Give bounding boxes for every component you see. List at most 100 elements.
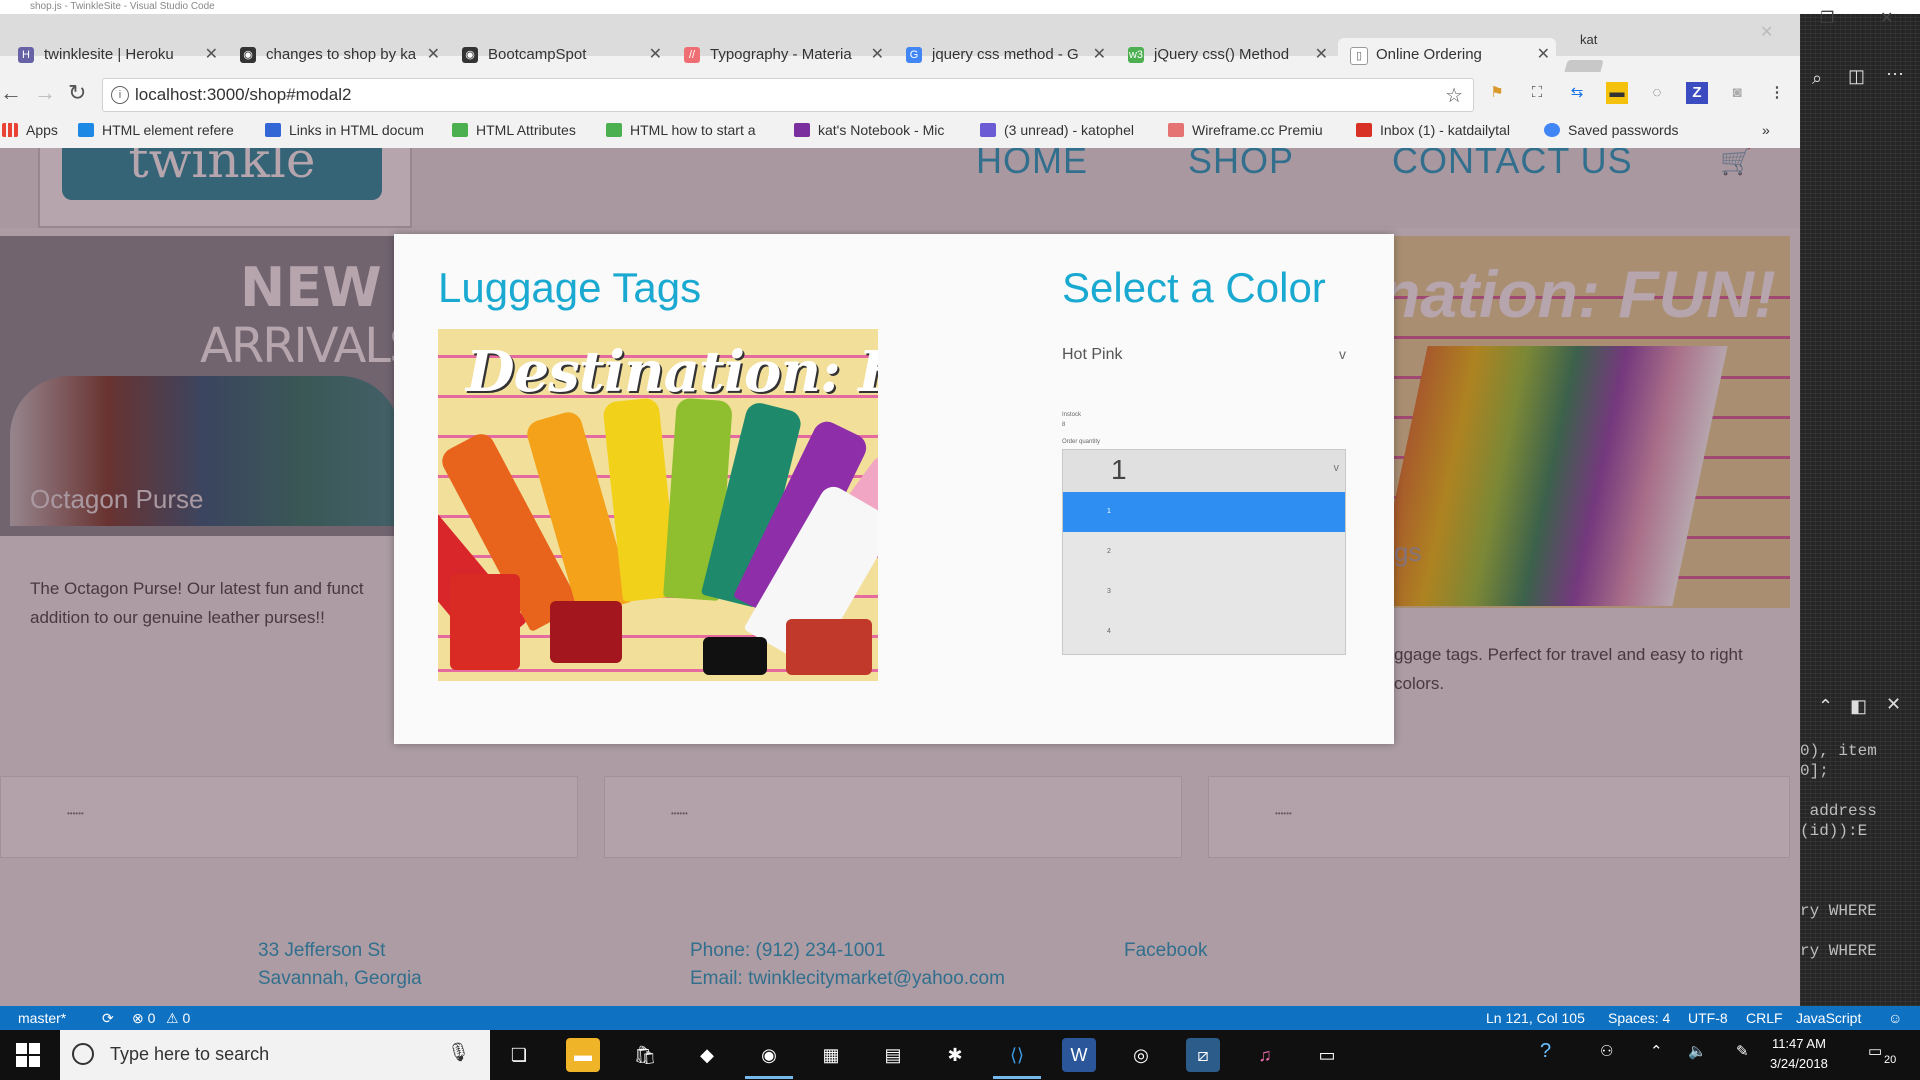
indentation[interactable]: Spaces: 4 xyxy=(1608,1006,1670,1030)
tray-chevron-icon[interactable]: ⌃ xyxy=(1650,1042,1663,1060)
more-actions-icon[interactable]: ⋯ xyxy=(1886,64,1904,85)
cursor-position[interactable]: Ln 121, Col 105 xyxy=(1486,1006,1585,1030)
notifications-icon[interactable]: ▭ xyxy=(1868,1042,1882,1060)
vscode-search-icon[interactable]: ⌕ xyxy=(1812,68,1822,89)
calculator-icon[interactable]: ▦ xyxy=(814,1038,848,1072)
circle-extension-icon[interactable]: ◌ xyxy=(1646,82,1668,104)
w3schools-icon xyxy=(606,123,622,137)
gitkraken-icon[interactable]: ◆ xyxy=(690,1038,724,1072)
task-view-icon[interactable]: ❏ xyxy=(502,1038,536,1072)
quantity-option[interactable]: 3 xyxy=(1063,572,1345,612)
sync-icon[interactable]: ⟳ xyxy=(102,1006,114,1030)
back-icon[interactable]: ← xyxy=(0,80,22,106)
bookmark-wireframe[interactable]: Wireframe.cc Premiu xyxy=(1168,122,1323,138)
close-icon[interactable]: ✕ xyxy=(871,38,884,72)
bookmark-star-icon[interactable]: ☆ xyxy=(1445,83,1463,108)
encoding[interactable]: UTF-8 xyxy=(1688,1006,1728,1030)
vscode-title-bar: shop.js - TwinkleSite - Visual Studio Co… xyxy=(0,0,1920,14)
bookmark-onenote[interactable]: kat's Notebook - Mic xyxy=(794,122,944,138)
split-editor-icon[interactable]: ◫ xyxy=(1848,66,1865,87)
pen-icon[interactable]: ✎ xyxy=(1736,1042,1749,1060)
tab-bootcampspot[interactable]: ◉ BootcampSpot ✕ xyxy=(450,38,668,72)
close-icon[interactable]: ✕ xyxy=(1093,38,1106,72)
feedback-icon[interactable]: ☺ xyxy=(1888,1006,1902,1030)
people-icon[interactable]: ⚇ xyxy=(1600,1042,1613,1060)
vscode-icon[interactable]: ⟨⟩ xyxy=(1000,1038,1034,1072)
tab-jquery-w3[interactable]: w3 jQuery css() Method ✕ xyxy=(1116,38,1334,72)
git-branch[interactable]: master* xyxy=(18,1006,66,1030)
warning-count[interactable]: ⚠ 0 xyxy=(166,1006,190,1030)
forward-icon[interactable]: → xyxy=(34,80,56,106)
arrows-icon[interactable]: ⇆ xyxy=(1566,82,1588,104)
calendar-icon[interactable]: ▤ xyxy=(876,1038,910,1072)
microphone-icon[interactable]: 🎙 xyxy=(447,1042,470,1063)
mysql-workbench-icon[interactable]: ⧄ xyxy=(1186,1038,1220,1072)
terminal-icon[interactable]: ▭ xyxy=(1310,1038,1344,1072)
sticky-note-icon[interactable]: ▬ xyxy=(1606,82,1628,104)
file-explorer-icon[interactable]: ▬ xyxy=(566,1038,600,1072)
close-icon[interactable]: ✕ xyxy=(1537,38,1550,72)
bookmark-html-element[interactable]: HTML element refere xyxy=(78,122,234,138)
chrome-close-icon[interactable]: ✕ xyxy=(1760,22,1773,42)
close-icon[interactable]: ✕ xyxy=(427,38,440,72)
tab-online-ordering[interactable]: ▯ Online Ordering ✕ xyxy=(1338,38,1556,72)
bookmarks-bar: Apps HTML element refere Links in HTML d… xyxy=(0,116,1800,149)
quantity-select[interactable]: 1 v 1 2 3 4 xyxy=(1062,449,1346,655)
screenshot-icon[interactable]: ⛶ xyxy=(1526,82,1548,104)
error-count[interactable]: ⊗ 0 xyxy=(132,1006,155,1030)
quantity-option[interactable]: 2 xyxy=(1063,532,1345,572)
address-bar[interactable]: i localhost:3000/shop#modal2 ☆ xyxy=(102,78,1474,112)
vscode-active-indicator xyxy=(993,1076,1041,1079)
windows-start-icon[interactable] xyxy=(16,1043,40,1067)
volume-icon[interactable]: 🔈 xyxy=(1688,1042,1707,1060)
store-icon[interactable]: 🛍 xyxy=(628,1038,662,1072)
tab-jquery-google[interactable]: Gjquery css method - G ✕ xyxy=(894,38,1112,72)
zotero-icon[interactable]: Z xyxy=(1686,82,1708,104)
panel-close-icon[interactable]: ✕ xyxy=(1886,694,1901,715)
taskbar-search-box[interactable]: Type here to search 🎙 xyxy=(60,1030,490,1080)
bookmark-apps[interactable]: Apps xyxy=(2,122,58,138)
chrome-icon[interactable]: ◉ xyxy=(752,1038,786,1072)
help-icon[interactable]: ? xyxy=(1540,1040,1551,1063)
notification-count: 20 xyxy=(1884,1054,1897,1066)
bookmark-html-attributes[interactable]: HTML Attributes xyxy=(452,122,576,138)
bookmark-html-start[interactable]: HTML how to start a xyxy=(606,122,756,138)
bookmark-links-html[interactable]: Links in HTML docum xyxy=(265,122,424,138)
panel-maximize-icon[interactable]: ◧ xyxy=(1850,696,1867,717)
tab-github-changes[interactable]: ◉ changes to shop by ka ✕ xyxy=(228,38,446,72)
code-line: ry WHERE xyxy=(1800,902,1877,920)
word-icon[interactable]: W xyxy=(1062,1038,1096,1072)
bookmark-saved-passwords[interactable]: Saved passwords xyxy=(1544,122,1679,138)
tab-heroku[interactable]: Htwinklesite | Heroku ✕ xyxy=(6,38,224,72)
bookmark-yahoo-mail[interactable]: (3 unread) - katophel xyxy=(980,122,1134,138)
close-icon[interactable]: ✕ xyxy=(1315,38,1328,72)
panel-up-icon[interactable]: ⌃ xyxy=(1818,696,1833,717)
close-icon[interactable]: ✕ xyxy=(649,38,662,72)
extension-icon[interactable]: ⚑ xyxy=(1486,82,1508,104)
browser-toolbar: ← → ↻ i localhost:3000/shop#modal2 ☆ ⚑ ⛶… xyxy=(0,72,1800,116)
language-mode[interactable]: JavaScript xyxy=(1796,1006,1861,1030)
github-desktop-icon[interactable]: ◎ xyxy=(1124,1038,1158,1072)
bookmark-gmail[interactable]: Inbox (1) - katdailytal xyxy=(1356,122,1510,138)
restore-window-icon[interactable]: ❐ xyxy=(1820,8,1834,28)
tab-typography[interactable]: // Typography - Materia ✕ xyxy=(672,38,890,72)
menu-icon[interactable]: ⋮ xyxy=(1766,82,1788,104)
slack-icon[interactable]: ✱ xyxy=(938,1038,972,1072)
camera-icon[interactable]: ◙ xyxy=(1726,82,1748,104)
quantity-option[interactable]: 1 xyxy=(1063,492,1345,532)
color-select[interactable]: Hot Pink v xyxy=(1062,342,1346,372)
system-clock[interactable]: 11:47 AM 3/24/2018 xyxy=(1770,1034,1828,1074)
reload-icon[interactable]: ↻ xyxy=(68,80,86,106)
quantity-select-current[interactable]: 1 v xyxy=(1063,450,1345,492)
bookmarks-more[interactable]: » xyxy=(1762,122,1770,138)
line-ending[interactable]: CRLF xyxy=(1746,1006,1783,1030)
close-icon[interactable]: ✕ xyxy=(205,38,218,72)
itunes-icon[interactable]: ♫ xyxy=(1248,1038,1282,1072)
quantity-option[interactable]: 4 xyxy=(1063,612,1345,652)
bookmark-label: HTML how to start a xyxy=(630,122,756,138)
chrome-active-indicator xyxy=(745,1076,793,1079)
info-icon[interactable]: i xyxy=(111,86,129,104)
instock-label: Instock xyxy=(1062,412,1082,418)
profile-name[interactable]: kat xyxy=(1580,32,1597,47)
close-window-icon[interactable]: ✕ xyxy=(1880,8,1893,28)
